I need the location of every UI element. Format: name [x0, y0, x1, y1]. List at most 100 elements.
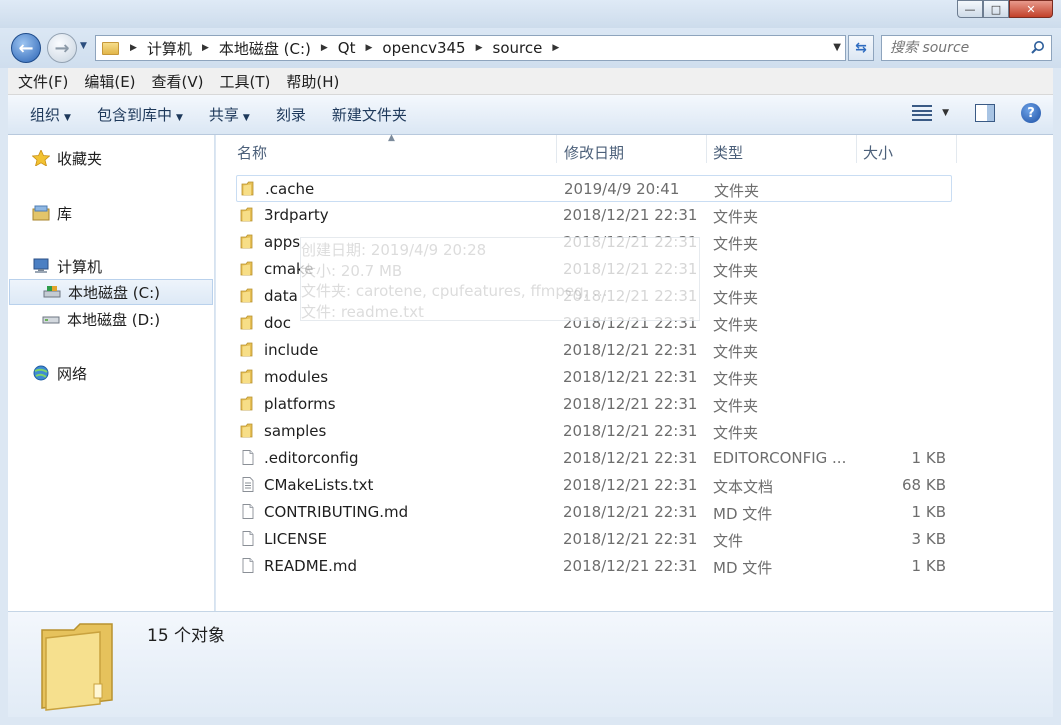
file-row[interactable]: .cache 2019/4/9 20:41 文件夹 [236, 175, 952, 202]
nav-favorites[interactable]: 收藏夹 [32, 145, 212, 171]
organize-button[interactable]: 组织 ▼ [22, 104, 79, 125]
file-row[interactable]: CONTRIBUTING.md 2018/12/21 22:31 MD 文件 1 KB [236, 499, 952, 526]
column-header-name[interactable]: 名称 [237, 142, 267, 163]
file-row[interactable]: modules 2018/12/21 22:31 文件夹 [236, 364, 952, 391]
nav-network[interactable]: 网络 [32, 360, 212, 386]
file-type: 文件夹 [713, 397, 759, 415]
file-row[interactable]: .editorconfig 2018/12/21 22:31 EDITORCONFI… [236, 445, 952, 472]
file-row[interactable]: include 2018/12/21 22:31 文件夹 [236, 337, 952, 364]
close-button[interactable]: ✕ [1009, 0, 1053, 18]
file-name: samples [264, 422, 327, 440]
menu-view[interactable]: 查看(V) [144, 71, 212, 92]
search-box[interactable] [881, 35, 1052, 61]
breadcrumb-separator-icon[interactable]: ▶ [125, 43, 142, 53]
column-headers: ▲ 名称 修改日期 类型 大小 [216, 133, 1053, 167]
view-options-dropdown-icon[interactable]: ▼ [942, 108, 949, 118]
file-row[interactable]: platforms 2018/12/21 22:31 文件夹 [236, 391, 952, 418]
breadcrumb-opencv345[interactable]: opencv345 [377, 39, 470, 57]
chevron-down-icon: ▼ [242, 113, 250, 123]
breadcrumb-drive-c[interactable]: 本地磁盘 (C:) [214, 38, 316, 59]
file-name: LICENSE [264, 530, 327, 548]
file-type: 文件夹 [713, 262, 759, 280]
file-row[interactable]: LICENSE 2018/12/21 22:31 文件 3 KB [236, 526, 952, 553]
breadcrumb-source[interactable]: source [488, 39, 548, 57]
new-folder-button[interactable]: 新建文件夹 [324, 104, 415, 125]
address-history-dropdown-icon[interactable]: ▼ [833, 42, 841, 53]
refresh-button[interactable]: ⇆ [848, 35, 874, 61]
file-name: CONTRIBUTING.md [264, 503, 409, 521]
file-date: 2018/12/21 22:31 [563, 233, 698, 251]
file-name: 3rdparty [264, 206, 329, 224]
nav-libraries[interactable]: 库 [32, 200, 212, 226]
file-date: 2018/12/21 22:31 [563, 422, 698, 440]
folder-icon [102, 41, 119, 55]
chevron-down-icon: ▼ [175, 113, 183, 123]
minimize-button[interactable]: — [957, 0, 983, 18]
include-in-library-label: 包含到库中 [96, 106, 172, 124]
breadcrumb-separator-icon[interactable]: ▶ [547, 43, 564, 53]
file-row[interactable]: README.md 2018/12/21 22:31 MD 文件 1 KB [236, 553, 952, 580]
breadcrumb-separator-icon[interactable]: ▶ [316, 43, 333, 53]
menu-tools[interactable]: 工具(T) [212, 71, 279, 92]
nav-drive-c[interactable]: 本地磁盘 (C:) [9, 279, 213, 305]
column-header-date[interactable]: 修改日期 [564, 142, 624, 163]
breadcrumb-separator-icon[interactable]: ▶ [471, 43, 488, 53]
burn-button[interactable]: 刻录 [268, 104, 314, 125]
menu-file[interactable]: 文件(F) [10, 71, 76, 92]
preview-pane-icon[interactable] [975, 104, 995, 122]
folder-icon [240, 342, 256, 357]
column-header-type[interactable]: 类型 [713, 142, 743, 163]
share-button[interactable]: 共享 ▼ [201, 104, 258, 125]
folder-icon [240, 207, 256, 222]
file-date: 2018/12/21 22:31 [563, 260, 698, 278]
breadcrumb-separator-icon[interactable]: ▶ [197, 43, 214, 53]
search-icon[interactable] [1031, 40, 1045, 54]
file-date: 2018/12/21 22:31 [563, 476, 698, 494]
file-row[interactable]: samples 2018/12/21 22:31 文件夹 [236, 418, 952, 445]
column-divider[interactable] [956, 135, 957, 163]
file-row[interactable]: 3rdparty 2018/12/21 22:31 文件夹 [236, 202, 952, 229]
file-name: platforms [264, 395, 336, 413]
nav-drive-d-label: 本地磁盘 (D:) [67, 310, 161, 329]
forward-button[interactable]: → [47, 33, 77, 63]
file-date: 2018/12/21 22:31 [563, 503, 698, 521]
file-date: 2018/12/21 22:31 [563, 530, 698, 548]
title-bar: — □ ✕ [0, 0, 1061, 28]
folder-icon [240, 288, 256, 303]
network-icon [33, 365, 49, 381]
drive-icon [42, 316, 60, 324]
nav-computer[interactable]: 计算机 [32, 253, 212, 279]
view-details-icon[interactable] [912, 105, 933, 121]
folder-icon [240, 396, 256, 411]
nav-drive-d[interactable]: 本地磁盘 (D:) [42, 306, 212, 332]
breadcrumb-computer[interactable]: 计算机 [142, 38, 197, 59]
help-icon[interactable]: ? [1021, 103, 1041, 123]
file-type: MD 文件 [713, 505, 773, 523]
column-divider[interactable] [556, 135, 557, 163]
file-row[interactable]: CMakeLists.txt 2018/12/21 22:31 文本文档 68 KB [236, 472, 952, 499]
file-row[interactable]: doc 2018/12/21 22:31 文件夹 [236, 310, 952, 337]
breadcrumb-separator-icon[interactable]: ▶ [360, 43, 377, 53]
recent-pages-dropdown-icon[interactable]: ▼ [80, 41, 87, 51]
search-input[interactable] [882, 40, 1022, 56]
address-bar[interactable]: ▶ 计算机 ▶ 本地磁盘 (C:) ▶ Qt ▶ opencv345 ▶ sou… [95, 35, 846, 61]
file-name: CMakeLists.txt [264, 476, 374, 494]
maximize-button[interactable]: □ [983, 0, 1009, 18]
file-row[interactable]: cmake 2018/12/21 22:31 文件夹 [236, 256, 952, 283]
file-name: include [264, 341, 319, 359]
breadcrumb-qt[interactable]: Qt [333, 39, 361, 57]
include-in-library-button[interactable]: 包含到库中 ▼ [89, 104, 191, 125]
file-icon [240, 450, 256, 465]
folder-icon [240, 423, 256, 438]
column-divider[interactable] [706, 135, 707, 163]
column-divider[interactable] [856, 135, 857, 163]
menu-help[interactable]: 帮助(H) [278, 71, 347, 92]
folder-icon [41, 623, 113, 711]
file-row[interactable]: data 2018/12/21 22:31 文件夹 [236, 283, 952, 310]
item-count-status: 15 个对象 [147, 626, 226, 646]
column-header-size[interactable]: 大小 [863, 142, 893, 163]
menu-edit[interactable]: 编辑(E) [76, 71, 143, 92]
back-button[interactable]: ← [11, 33, 41, 63]
menu-bar: 文件(F) 编辑(E) 查看(V) 工具(T) 帮助(H) [8, 68, 1053, 95]
file-row[interactable]: apps 2018/12/21 22:31 文件夹 [236, 229, 952, 256]
